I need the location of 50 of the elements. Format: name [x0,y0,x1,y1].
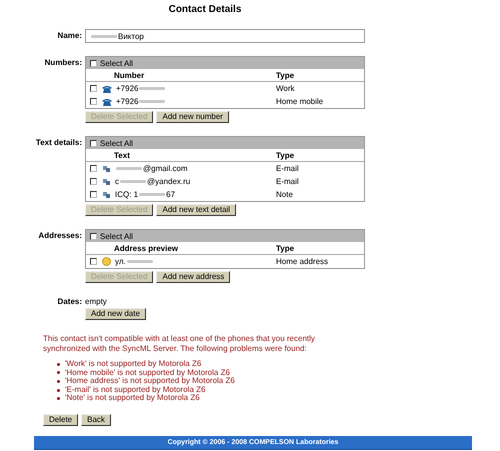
column-header: Type [276,150,294,160]
problem-text: 'Home mobile' is not supported by Motorola Z6 [65,368,230,377]
warning-message: This contact isn't compatible with at least one of the phones that you recently synchronized with the SyncML Server. The following problems were found: [43,334,316,354]
name-field[interactable]: Виктор [85,29,365,43]
add-date-button[interactable]: Add new date [85,308,146,320]
select-all-label: Select All [100,58,133,68]
checkbox[interactable] [90,178,97,185]
telephone-icon [102,98,112,106]
checkbox[interactable] [90,232,97,240]
dates-value: empty [85,296,108,306]
checkbox[interactable] [90,165,97,172]
table-cell: Work [276,84,295,93]
form-button[interactable]: Add new address [156,271,230,283]
section-label: Addresses: [37,230,83,240]
page-title: Contact Details [168,4,242,17]
form-button[interactable]: Add new text detail [156,204,236,216]
section-label: Numbers: [44,57,83,67]
table-cell: Home mobile [276,97,324,106]
bullet-icon [57,371,60,374]
checkbox[interactable] [90,140,97,146]
checkbox[interactable] [90,98,97,105]
table-cell: Home address [276,257,328,266]
checkbox[interactable] [90,191,97,198]
problem-text: 'E-mail' is not supported by Motorola Z6 [65,386,206,394]
telephone-icon [102,84,112,92]
select-all-label: Select All [100,138,133,148]
section-label: Text details: [34,137,83,147]
table-cell: Note [276,190,293,199]
field-label: Name: [56,30,83,40]
column-header: Type [276,244,294,252]
bullet-icon [57,388,60,392]
select-all-label: Select All [100,232,133,240]
bullet-icon [57,397,60,400]
action-button[interactable]: Delete [43,414,78,426]
redacted-blur [91,34,117,38]
table-cell: E-mail [276,164,299,173]
problem-text: 'Home address' is not supported by Motorola Z6 [65,377,235,386]
checkbox[interactable] [90,60,97,66]
problem-text: 'Note' is not supported by Motorola Z6 [65,394,200,403]
problem-text: 'Work' is not supported by Motorola Z6 [65,360,202,369]
action-button[interactable]: Back [81,414,111,426]
bullet-icon [57,380,60,383]
checkbox[interactable] [90,258,97,265]
column-header: Type [276,70,294,80]
checkbox[interactable] [90,85,97,92]
address-icon [102,257,111,266]
field-label: Dates: [56,296,83,306]
form-button[interactable]: Add new number [156,111,229,123]
bullet-icon [57,362,60,366]
table-cell: E-mail [276,177,299,186]
